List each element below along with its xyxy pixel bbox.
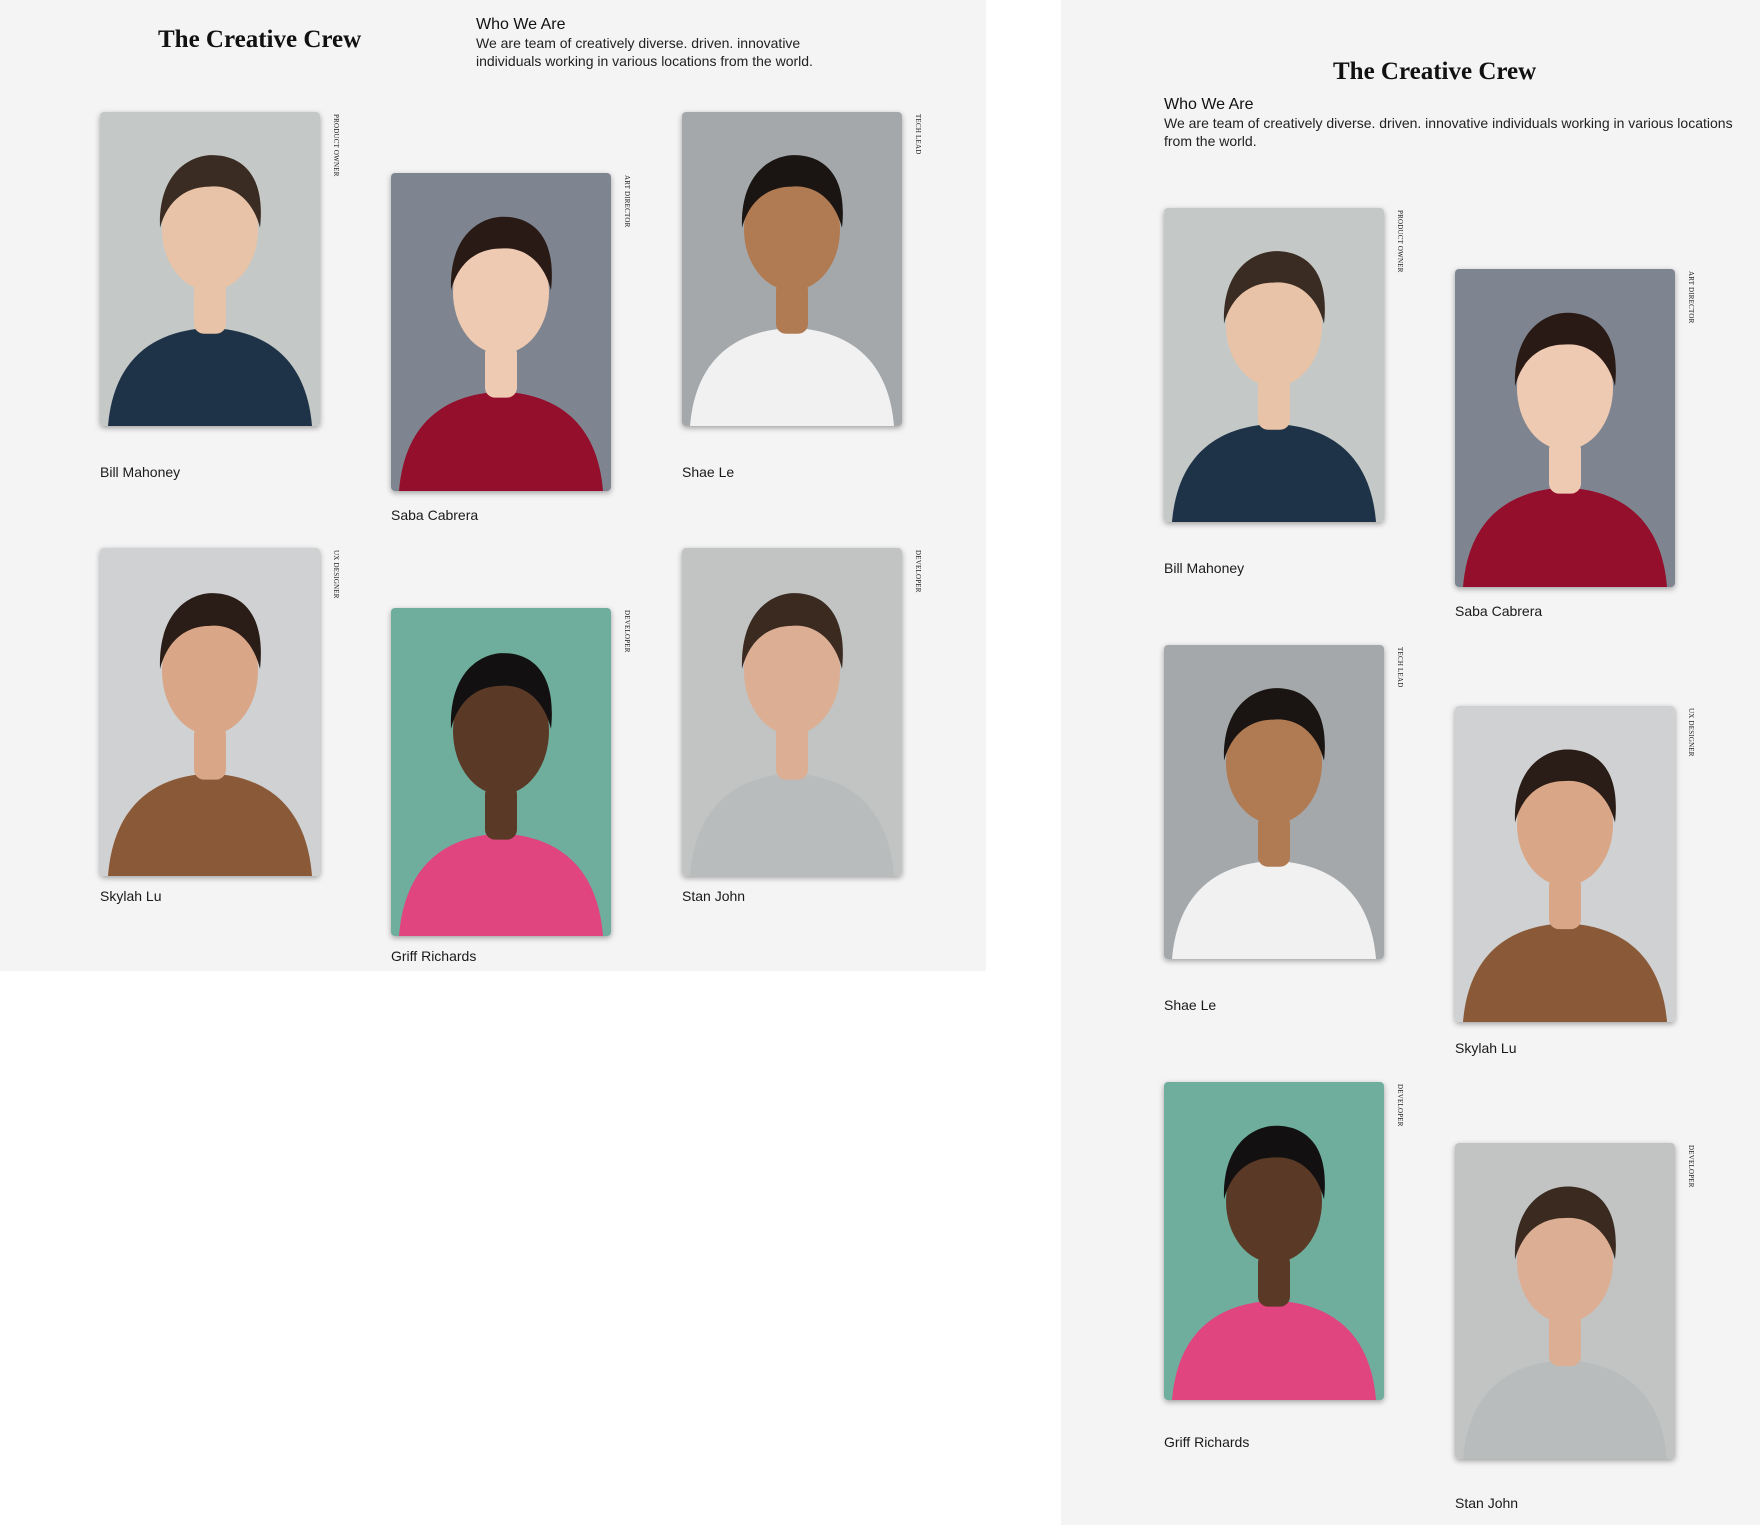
page-title: The Creative Crew — [158, 26, 362, 53]
member-photo — [682, 548, 902, 876]
member-name: Shae Le — [682, 464, 735, 480]
member-photo — [1455, 1143, 1675, 1459]
portrait-man-grey-sweater — [682, 548, 902, 876]
member-role: UX DESIGNER — [332, 550, 340, 599]
member-photo — [100, 548, 320, 876]
member-role: PRODUCT OWNER — [1396, 210, 1404, 273]
who-we-are-text: We are team of creatively diverse. drive… — [476, 35, 813, 69]
member-photo — [1164, 208, 1384, 522]
member-role: UX DESIGNER — [1687, 708, 1695, 757]
member-photo — [1164, 1082, 1384, 1400]
member-photo — [391, 608, 611, 936]
member-name: Griff Richards — [1164, 1434, 1250, 1450]
member-role: TECH LEAD — [1396, 647, 1404, 688]
member-name: Bill Mahoney — [100, 464, 181, 480]
who-we-are-text: We are team of creatively diverse. drive… — [1164, 115, 1733, 149]
member-role: DEVELOPER — [1687, 1145, 1695, 1188]
member-role: DEVELOPER — [1396, 1084, 1404, 1127]
member-name: Skylah Lu — [1455, 1040, 1517, 1056]
member-role: DEVELOPER — [914, 550, 922, 593]
member-name: Saba Cabrera — [391, 507, 479, 523]
member-name: Stan John — [682, 888, 746, 904]
who-we-are-heading: Who We Are — [476, 16, 566, 33]
portrait-woman-red-top — [1455, 269, 1675, 587]
member-role: TECH LEAD — [914, 114, 922, 155]
member-name: Skylah Lu — [100, 888, 162, 904]
portrait-man-striped-tee — [391, 608, 611, 936]
portrait-man-white-tee — [682, 112, 902, 426]
portrait-man-navy-polo — [100, 112, 320, 426]
portrait-man-striped-tee — [1164, 1082, 1384, 1400]
member-name: Shae Le — [1164, 997, 1217, 1013]
member-photo — [1164, 645, 1384, 959]
member-name: Stan John — [1455, 1495, 1519, 1511]
member-photo — [391, 173, 611, 491]
portrait-man-white-tee — [1164, 645, 1384, 959]
member-photo — [1455, 269, 1675, 587]
wide-layout-panel: The Creative Crew Who We Are We are team… — [0, 0, 986, 971]
member-name: Griff Richards — [391, 948, 477, 964]
member-photo — [1455, 706, 1675, 1022]
member-photo — [682, 112, 902, 426]
portrait-man-grey-sweater — [1455, 1143, 1675, 1459]
member-role: PRODUCT OWNER — [332, 114, 340, 177]
portrait-woman-leopard-top — [100, 548, 320, 876]
portrait-man-navy-polo — [1164, 208, 1384, 522]
member-role: DEVELOPER — [623, 610, 631, 653]
member-role: ART DIRECTOR — [1687, 271, 1695, 324]
page-title: The Creative Crew — [1333, 58, 1537, 85]
member-role: ART DIRECTOR — [623, 175, 631, 228]
portrait-woman-red-top — [391, 173, 611, 491]
member-photo — [100, 112, 320, 426]
member-name: Saba Cabrera — [1455, 603, 1543, 619]
who-we-are-heading: Who We Are — [1164, 96, 1254, 113]
narrow-layout-panel: The Creative Crew Who We Are We are team… — [1061, 0, 1760, 1525]
member-name: Bill Mahoney — [1164, 560, 1245, 576]
portrait-woman-leopard-top — [1455, 706, 1675, 1022]
